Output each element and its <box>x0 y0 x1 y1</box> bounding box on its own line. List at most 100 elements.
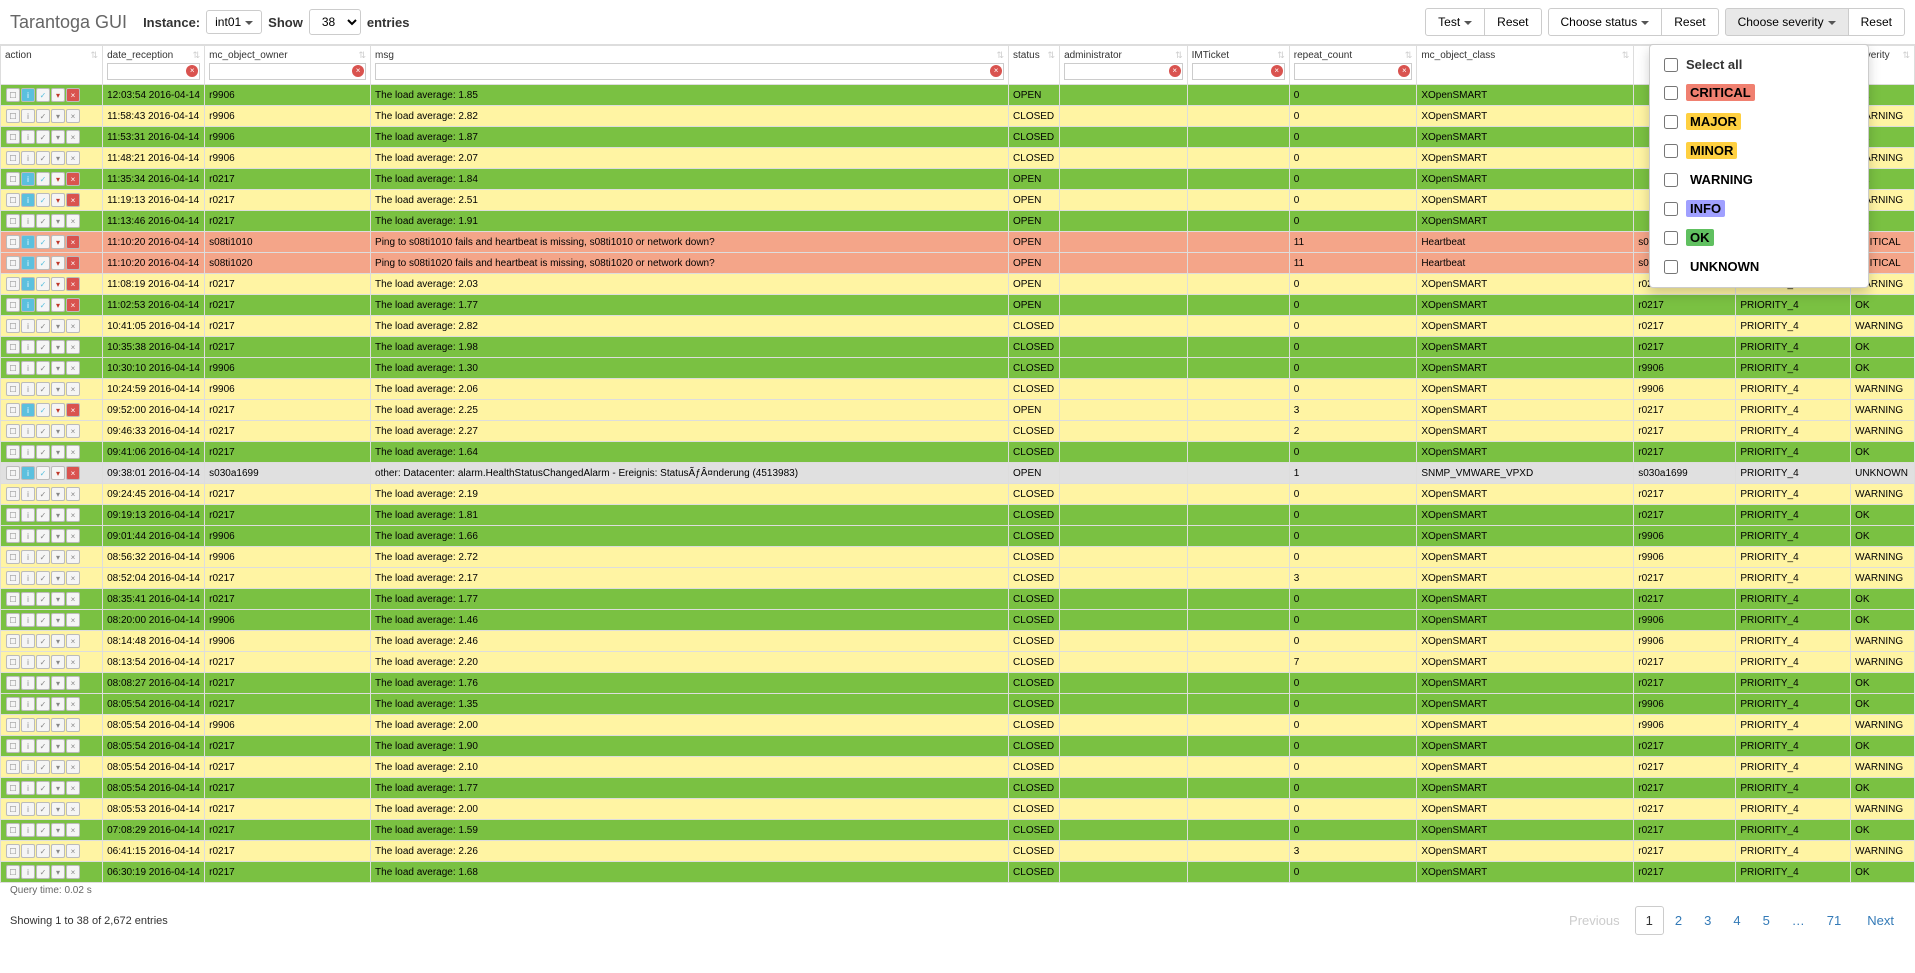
ack-icon[interactable]: ✓ <box>36 781 50 795</box>
info-icon[interactable]: i <box>21 487 35 501</box>
close-icon[interactable]: × <box>66 172 80 186</box>
table-row[interactable]: ☐i✓▾×08:05:54 2016-04-14r9906The load av… <box>1 715 1915 736</box>
select-row-icon[interactable]: ☐ <box>6 487 20 501</box>
table-row[interactable]: ☐i✓▾×11:58:43 2016-04-14r9906The load av… <box>1 106 1915 127</box>
close-icon[interactable]: × <box>66 697 80 711</box>
severity-option-warning[interactable]: WARNING <box>1650 165 1868 194</box>
reset-status-button[interactable]: Reset <box>1662 8 1718 36</box>
info-icon[interactable]: i <box>21 319 35 333</box>
info-icon[interactable]: i <box>21 571 35 585</box>
close-icon[interactable]: × <box>66 361 80 375</box>
info-icon[interactable]: i <box>21 130 35 144</box>
table-row[interactable]: ☐i✓▾×08:05:54 2016-04-14r0217The load av… <box>1 778 1915 799</box>
info-icon[interactable]: i <box>21 256 35 270</box>
col-IMTicket[interactable]: IMTicket× <box>1187 46 1289 85</box>
table-row[interactable]: ☐i✓▾×08:20:00 2016-04-14r9906The load av… <box>1 610 1915 631</box>
close-icon[interactable]: × <box>66 466 80 480</box>
col-action[interactable]: action <box>1 46 103 85</box>
select-row-icon[interactable]: ☐ <box>6 739 20 753</box>
close-icon[interactable]: × <box>66 613 80 627</box>
close-icon[interactable]: × <box>66 277 80 291</box>
info-icon[interactable]: i <box>21 760 35 774</box>
severity-option-minor[interactable]: MINOR <box>1650 136 1868 165</box>
close-icon[interactable]: × <box>66 844 80 858</box>
info-icon[interactable]: i <box>21 340 35 354</box>
filter-icon[interactable]: ▾ <box>51 340 65 354</box>
info-icon[interactable]: i <box>21 298 35 312</box>
col-msg[interactable]: msg× <box>371 46 1009 85</box>
severity-checkbox-critical[interactable] <box>1664 86 1678 100</box>
severity-option-unknown[interactable]: UNKNOWN <box>1650 252 1868 281</box>
table-row[interactable]: ☐i✓▾×08:08:27 2016-04-14r0217The load av… <box>1 673 1915 694</box>
close-icon[interactable]: × <box>66 151 80 165</box>
filter-icon[interactable]: ▾ <box>51 214 65 228</box>
col-date_reception[interactable]: date_reception× <box>103 46 205 85</box>
ack-icon[interactable]: ✓ <box>36 361 50 375</box>
table-row[interactable]: ☐i✓▾×10:24:59 2016-04-14r9906The load av… <box>1 379 1915 400</box>
table-row[interactable]: ☐i✓▾×11:02:53 2016-04-14r0217The load av… <box>1 295 1915 316</box>
info-icon[interactable]: i <box>21 823 35 837</box>
table-row[interactable]: ☐i✓▾×10:41:05 2016-04-14r0217The load av… <box>1 316 1915 337</box>
filter-icon[interactable]: ▾ <box>51 655 65 669</box>
choose-status-button[interactable]: Choose status <box>1548 8 1663 36</box>
close-icon[interactable]: × <box>66 592 80 606</box>
filter-icon[interactable]: ▾ <box>51 256 65 270</box>
sort-icon[interactable] <box>1175 50 1183 61</box>
close-icon[interactable]: × <box>66 508 80 522</box>
info-icon[interactable]: i <box>21 676 35 690</box>
filter-icon[interactable]: ▾ <box>51 613 65 627</box>
table-row[interactable]: ☐i✓▾×10:35:38 2016-04-14r0217The load av… <box>1 337 1915 358</box>
table-row[interactable]: ☐i✓▾×09:38:01 2016-04-14s030a1699other: … <box>1 463 1915 484</box>
ack-icon[interactable]: ✓ <box>36 466 50 480</box>
filter-msg[interactable] <box>375 63 1004 80</box>
clear-filter-icon[interactable]: × <box>990 65 1002 77</box>
filter-icon[interactable]: ▾ <box>51 109 65 123</box>
filter-icon[interactable]: ▾ <box>51 634 65 648</box>
filter-icon[interactable]: ▾ <box>51 550 65 564</box>
info-icon[interactable]: i <box>21 865 35 879</box>
select-row-icon[interactable]: ☐ <box>6 781 20 795</box>
page-4[interactable]: 4 <box>1722 906 1751 935</box>
close-icon[interactable]: × <box>66 865 80 879</box>
select-row-icon[interactable]: ☐ <box>6 193 20 207</box>
select-row-icon[interactable]: ☐ <box>6 340 20 354</box>
page-2[interactable]: 2 <box>1664 906 1693 935</box>
filter-icon[interactable]: ▾ <box>51 592 65 606</box>
select-row-icon[interactable]: ☐ <box>6 445 20 459</box>
ack-icon[interactable]: ✓ <box>36 193 50 207</box>
sort-icon[interactable] <box>193 50 201 61</box>
table-row[interactable]: ☐i✓▾×08:05:54 2016-04-14r0217The load av… <box>1 757 1915 778</box>
filter-icon[interactable]: ▾ <box>51 781 65 795</box>
severity-option-major[interactable]: MAJOR <box>1650 107 1868 136</box>
clear-filter-icon[interactable]: × <box>1169 65 1181 77</box>
info-icon[interactable]: i <box>21 655 35 669</box>
close-icon[interactable]: × <box>66 298 80 312</box>
select-row-icon[interactable]: ☐ <box>6 760 20 774</box>
select-row-icon[interactable]: ☐ <box>6 277 20 291</box>
sort-icon[interactable] <box>996 50 1004 61</box>
filter-icon[interactable]: ▾ <box>51 529 65 543</box>
table-row[interactable]: ☐i✓▾×08:05:53 2016-04-14r0217The load av… <box>1 799 1915 820</box>
ack-icon[interactable]: ✓ <box>36 151 50 165</box>
table-row[interactable]: ☐i✓▾×11:19:13 2016-04-14r0217The load av… <box>1 190 1915 211</box>
ack-icon[interactable]: ✓ <box>36 88 50 102</box>
filter-icon[interactable]: ▾ <box>51 487 65 501</box>
close-icon[interactable]: × <box>66 823 80 837</box>
select-row-icon[interactable]: ☐ <box>6 424 20 438</box>
choose-severity-button[interactable]: Choose severity <box>1725 8 1849 36</box>
ack-icon[interactable]: ✓ <box>36 445 50 459</box>
info-icon[interactable]: i <box>21 424 35 438</box>
table-row[interactable]: ☐i✓▾×08:05:54 2016-04-14r0217The load av… <box>1 736 1915 757</box>
ack-icon[interactable]: ✓ <box>36 865 50 879</box>
table-row[interactable]: ☐i✓▾×09:01:44 2016-04-14r9906The load av… <box>1 526 1915 547</box>
info-icon[interactable]: i <box>21 382 35 396</box>
filter-icon[interactable]: ▾ <box>51 361 65 375</box>
reset-test-button[interactable]: Reset <box>1485 8 1541 36</box>
sort-icon[interactable] <box>91 50 99 61</box>
select-row-icon[interactable]: ☐ <box>6 235 20 249</box>
ack-icon[interactable]: ✓ <box>36 340 50 354</box>
table-row[interactable]: ☐i✓▾×09:24:45 2016-04-14r0217The load av… <box>1 484 1915 505</box>
ack-icon[interactable]: ✓ <box>36 403 50 417</box>
filter-icon[interactable]: ▾ <box>51 865 65 879</box>
info-icon[interactable]: i <box>21 109 35 123</box>
